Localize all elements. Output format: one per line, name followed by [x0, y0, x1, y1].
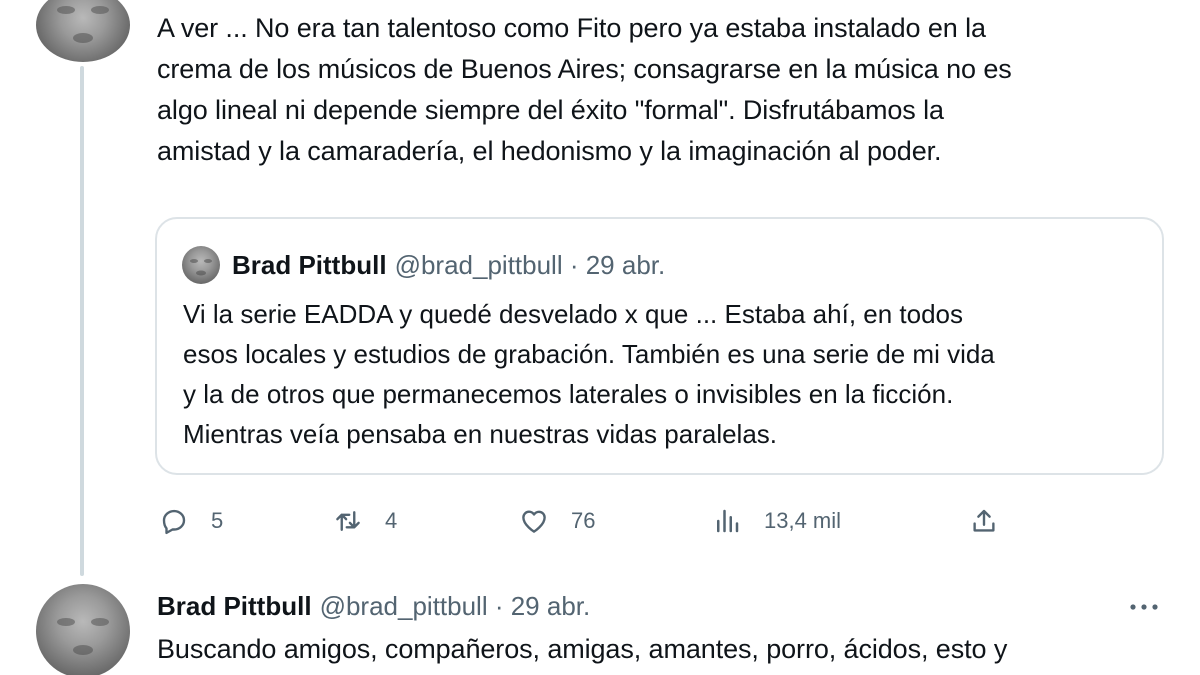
quoted-line: y la de otros que permanecemos laterales…	[183, 379, 954, 409]
quoted-author-name[interactable]: Brad Pittbull	[232, 250, 387, 281]
views-count: 13,4 mil	[764, 508, 842, 533]
quoted-tweet-header: Brad Pittbull @brad_pittbull · 29 abr.	[182, 246, 666, 284]
retweet-icon	[336, 511, 360, 531]
reply-count: 5	[211, 508, 224, 533]
tweet-line: A ver ... No era tan talentoso como Fito…	[157, 13, 986, 43]
like-count: 76	[571, 508, 596, 533]
views-button[interactable]: 13,4 mil	[712, 500, 841, 542]
author-avatar[interactable]	[36, 584, 130, 675]
reply-button[interactable]: 5	[159, 500, 223, 542]
tweet-actions: 5 4 76 13,4 mil	[157, 500, 1017, 542]
thread-connector	[80, 66, 84, 576]
quoted-author-avatar[interactable]	[182, 246, 220, 284]
share-button[interactable]	[969, 500, 1021, 542]
like-button[interactable]: 76	[519, 500, 595, 542]
tweet-line: crema de los músicos de Buenos Aires; co…	[157, 54, 1012, 84]
tweet-line: amistad y la camaradería, el hedonismo y…	[157, 136, 942, 166]
views-icon	[717, 509, 739, 533]
more-options-button[interactable]	[1124, 592, 1164, 622]
quoted-tweet-body: Vi la serie EADDA y quedé desvelado x qu…	[183, 294, 995, 454]
tweet-line: Buscando amigos, compañeros, amigas, ama…	[157, 634, 1008, 664]
tweet-header: Brad Pittbull @brad_pittbull · 29 abr.	[157, 588, 590, 624]
face-icon	[190, 259, 212, 276]
tweet-line: algo lineal ni depende siempre del éxito…	[157, 95, 944, 125]
reply-icon	[162, 509, 186, 535]
tweet-body: A ver ... No era tan talentoso como Fito…	[157, 8, 1157, 172]
quoted-tweet-card[interactable]: Brad Pittbull @brad_pittbull · 29 abr. V…	[155, 217, 1164, 475]
author-meta: @brad_pittbull · 29 abr.	[319, 590, 591, 621]
face-icon	[57, 618, 109, 655]
quoted-author-meta: @brad_pittbull · 29 abr.	[394, 249, 666, 280]
retweet-count: 4	[385, 508, 398, 533]
quoted-line: Vi la serie EADDA y quedé desvelado x qu…	[183, 299, 964, 329]
author-avatar[interactable]	[36, 0, 130, 62]
author-name[interactable]: Brad Pittbull	[157, 591, 312, 622]
share-icon	[973, 509, 995, 532]
face-icon	[57, 6, 109, 43]
tweet-body: Buscando amigos, compañeros, amigas, ama…	[157, 629, 1157, 670]
more-icon	[1130, 604, 1158, 610]
like-icon	[522, 510, 546, 533]
quoted-line: Mientras veía pensaba en nuestras vidas …	[183, 419, 778, 449]
quoted-line: esos locales y estudios de grabación. Ta…	[183, 339, 995, 369]
retweet-button[interactable]: 4	[333, 500, 397, 542]
